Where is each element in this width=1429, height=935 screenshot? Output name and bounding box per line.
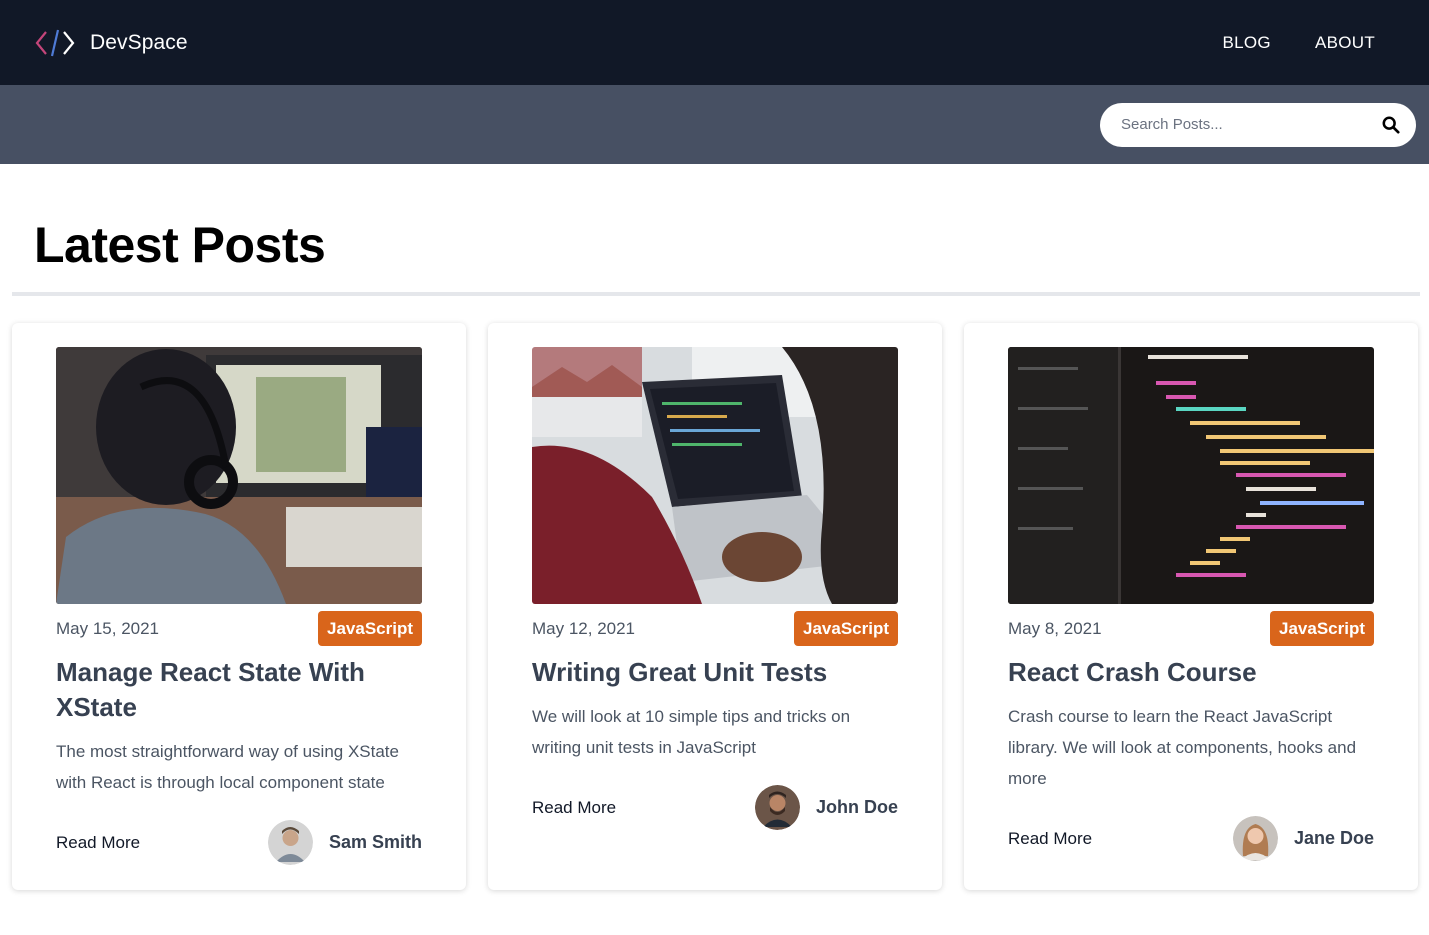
post-list: May 15, 2021 JavaScript Manage React Sta… <box>0 296 1429 890</box>
category-badge[interactable]: JavaScript <box>1270 611 1374 646</box>
read-more-link[interactable]: Read More <box>1008 829 1092 849</box>
post-image-laptop-code[interactable] <box>532 347 898 604</box>
post-excerpt: We will look at 10 simple tips and trick… <box>532 707 851 757</box>
post-card: May 8, 2021 JavaScript React Crash Cours… <box>964 323 1418 890</box>
post-title[interactable]: Writing Great Unit Tests <box>532 655 898 690</box>
post-date: May 15, 2021 <box>56 618 160 638</box>
brand-name: DevSpace <box>90 30 188 54</box>
author-name: Jane Doe <box>1293 828 1374 848</box>
category-badge[interactable]: JavaScript <box>318 611 422 646</box>
post-image-developer-headphones[interactable] <box>56 347 422 604</box>
top-navbar: DevSpace BLOG ABOUT <box>0 0 1429 85</box>
author-avatar <box>754 785 800 830</box>
post-footer: Read More Sam Smith <box>56 820 422 865</box>
post-meta: May 8, 2021 JavaScript <box>1008 611 1374 646</box>
post-title[interactable]: Manage React State With XState <box>56 655 422 725</box>
read-more-link[interactable]: Read More <box>532 798 616 818</box>
search-icon[interactable] <box>1382 116 1400 134</box>
category-badge[interactable]: JavaScript <box>794 611 898 646</box>
post-author: Jane Doe <box>1232 816 1374 861</box>
search-input[interactable] <box>1121 116 1382 133</box>
post-meta: May 12, 2021 JavaScript <box>532 611 898 646</box>
post-footer: Read More Jane Doe <box>1008 816 1374 861</box>
author-avatar <box>1232 816 1278 861</box>
search-box <box>1100 102 1416 147</box>
author-name: John Doe <box>815 797 898 817</box>
post-image-code-screen[interactable] <box>1008 347 1374 604</box>
post-author: John Doe <box>754 785 898 830</box>
brand-link[interactable]: DevSpace <box>34 28 188 58</box>
post-card: May 12, 2021 JavaScript Writing Great Un… <box>488 323 942 890</box>
page-title: Latest Posts <box>34 217 326 273</box>
nav-link-about[interactable]: ABOUT <box>1315 33 1375 53</box>
code-brackets-icon <box>35 29 75 56</box>
post-excerpt: Crash course to learn the React JavaScri… <box>1008 707 1357 788</box>
author-name: Sam Smith <box>328 832 422 852</box>
post-excerpt: The most straightforward way of using XS… <box>56 742 399 792</box>
author-avatar <box>267 820 313 865</box>
read-more-link[interactable]: Read More <box>56 833 140 853</box>
post-date: May 8, 2021 <box>1008 618 1102 638</box>
nav-menu: BLOG ABOUT <box>1222 33 1375 53</box>
nav-link-blog[interactable]: BLOG <box>1222 33 1270 53</box>
post-card: May 15, 2021 JavaScript Manage React Sta… <box>12 323 466 890</box>
search-bar <box>0 85 1429 164</box>
post-title[interactable]: React Crash Course <box>1008 655 1374 690</box>
post-author: Sam Smith <box>267 820 422 865</box>
post-footer: Read More John Doe <box>532 785 898 830</box>
post-meta: May 15, 2021 JavaScript <box>56 611 422 646</box>
post-date: May 12, 2021 <box>532 618 636 638</box>
